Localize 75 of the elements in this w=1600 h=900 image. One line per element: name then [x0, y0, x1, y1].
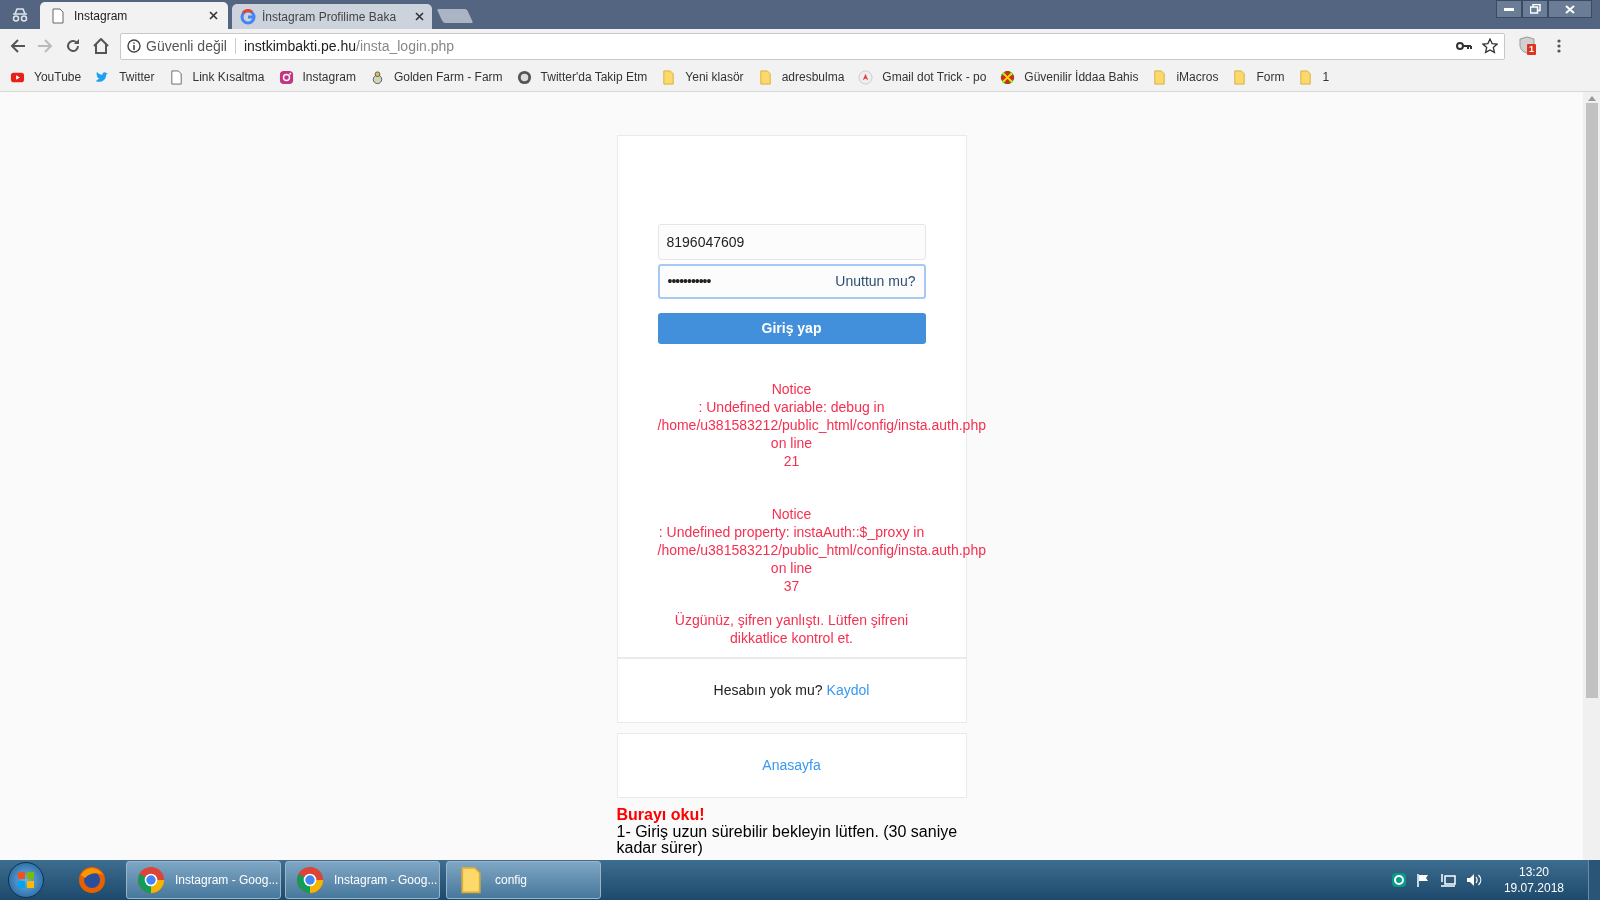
bookmark-link[interactable]: Form: [1256, 68, 1285, 86]
error-message: Üzgünüz, şifren yanlıştı. Lütfen şifreni dikkatlice kontrol et.: [673, 611, 910, 647]
tab-title: İnstagram Profilime Baka: [262, 8, 398, 26]
bookmark-link[interactable]: Gmail dot Trick - po: [882, 68, 987, 86]
username-field[interactable]: 8196047609: [657, 224, 926, 260]
scrollbar[interactable]: [1583, 92, 1600, 860]
forgot-password-link[interactable]: Unuttun mu?: [835, 271, 916, 292]
bookmark-link[interactable]: Link Kısaltma: [192, 68, 265, 86]
close-icon: [1565, 4, 1575, 14]
restore-button[interactable]: [1522, 0, 1548, 18]
antivirus-icon[interactable]: [1391, 873, 1406, 887]
flag-icon[interactable]: [1415, 873, 1430, 887]
username-text: 8196047609: [666, 232, 745, 252]
bookmark-link[interactable]: adresbulma: [781, 68, 845, 86]
browser-tab[interactable]: İnstagram Profilime Baka: [232, 4, 432, 29]
network-icon[interactable]: [1439, 873, 1456, 887]
bookmark-link[interactable]: YouTube: [34, 68, 82, 86]
notice-text: /home/u381583212/public_html/config/insta.auth.php: [657, 541, 986, 559]
key-icon[interactable]: [1456, 41, 1472, 51]
new-tab-button[interactable]: [436, 9, 474, 23]
chrome-icon: [296, 866, 324, 894]
read-me-heading: Burayı oku!: [616, 806, 706, 824]
star-icon[interactable]: [1482, 38, 1498, 54]
incognito-icon: [10, 7, 30, 22]
bookmark-link[interactable]: iMacros: [1176, 68, 1219, 86]
notice-text: : Undefined property: instaAuth::$_proxy in: [658, 523, 925, 541]
bookmark-link[interactable]: Güvenilir İddaa Bahis: [1024, 68, 1139, 86]
minimize-icon: [1504, 7, 1514, 11]
password-field[interactable]: ••••••••••• Unuttun mu?: [657, 264, 926, 299]
notice-text: Notice: [771, 505, 812, 523]
bookmark-link[interactable]: Yeni klasör: [685, 68, 744, 86]
page-icon[interactable]: [168, 69, 184, 85]
scrollbar-thumb[interactable]: [1585, 103, 1598, 698]
disc-icon[interactable]: [516, 69, 532, 85]
instagram-icon[interactable]: [278, 69, 294, 85]
notice-text: Notice: [771, 380, 812, 398]
bookmark-link[interactable]: Golden Farm - Farm: [393, 68, 503, 86]
menu-icon[interactable]: [1557, 39, 1561, 53]
password-text: •••••••••••: [667, 272, 711, 291]
notice-text: on line: [770, 434, 813, 452]
back-icon[interactable]: [9, 38, 26, 54]
read-me-text: 1- Giriş uzun sürebilir bekleyin lütfen. (30 saniye kadar sürer): [616, 824, 959, 856]
tab-title: Instagram: [74, 7, 129, 25]
close-tab-icon[interactable]: [209, 11, 218, 20]
bookmark-link[interactable]: Twitter'da Takip Etm: [540, 68, 648, 86]
reload-icon[interactable]: [64, 38, 81, 54]
url-text: instkimbakti.pe.hu/insta_login.php: [243, 36, 455, 56]
address-bar[interactable]: Güvenli değil instkimbakti.pe.hu/insta_login.php: [120, 32, 1505, 60]
windows-logo-icon: [17, 871, 35, 889]
volume-icon[interactable]: [1465, 873, 1482, 887]
notice-text: on line: [770, 559, 813, 577]
page-icon: [50, 7, 66, 24]
notice-text: : Undefined variable: debug in: [698, 398, 885, 416]
notice-text: 21: [783, 452, 800, 470]
notice-text: 37: [783, 577, 800, 595]
signup-prompt: Hesabın yok mu?: [713, 681, 823, 700]
home-icon[interactable]: [92, 38, 111, 54]
notice-text: /home/u381583212/public_html/config/insta.auth.php: [657, 416, 986, 434]
bookmark-link[interactable]: Twitter: [119, 68, 155, 86]
clock[interactable]: 13:20 19.07.2018: [1503, 864, 1564, 896]
security-label: Güvenli değil: [146, 36, 227, 56]
restore-icon: [1529, 4, 1541, 14]
bookmark-link[interactable]: Instagram: [302, 68, 356, 86]
bookmark-link[interactable]: 1: [1322, 68, 1330, 86]
minimize-button[interactable]: [1496, 0, 1522, 18]
close-button[interactable]: [1548, 0, 1592, 18]
close-tab-icon[interactable]: [415, 12, 424, 21]
browser-tab[interactable]: Instagram: [40, 2, 228, 29]
chrome-icon: [137, 866, 165, 894]
info-icon[interactable]: [127, 39, 141, 53]
notification-badge: 1: [1527, 44, 1536, 55]
google-icon: [240, 8, 256, 25]
firefox-icon[interactable]: [77, 865, 107, 895]
start-button[interactable]: [8, 862, 44, 898]
ball-icon[interactable]: [1000, 69, 1016, 85]
